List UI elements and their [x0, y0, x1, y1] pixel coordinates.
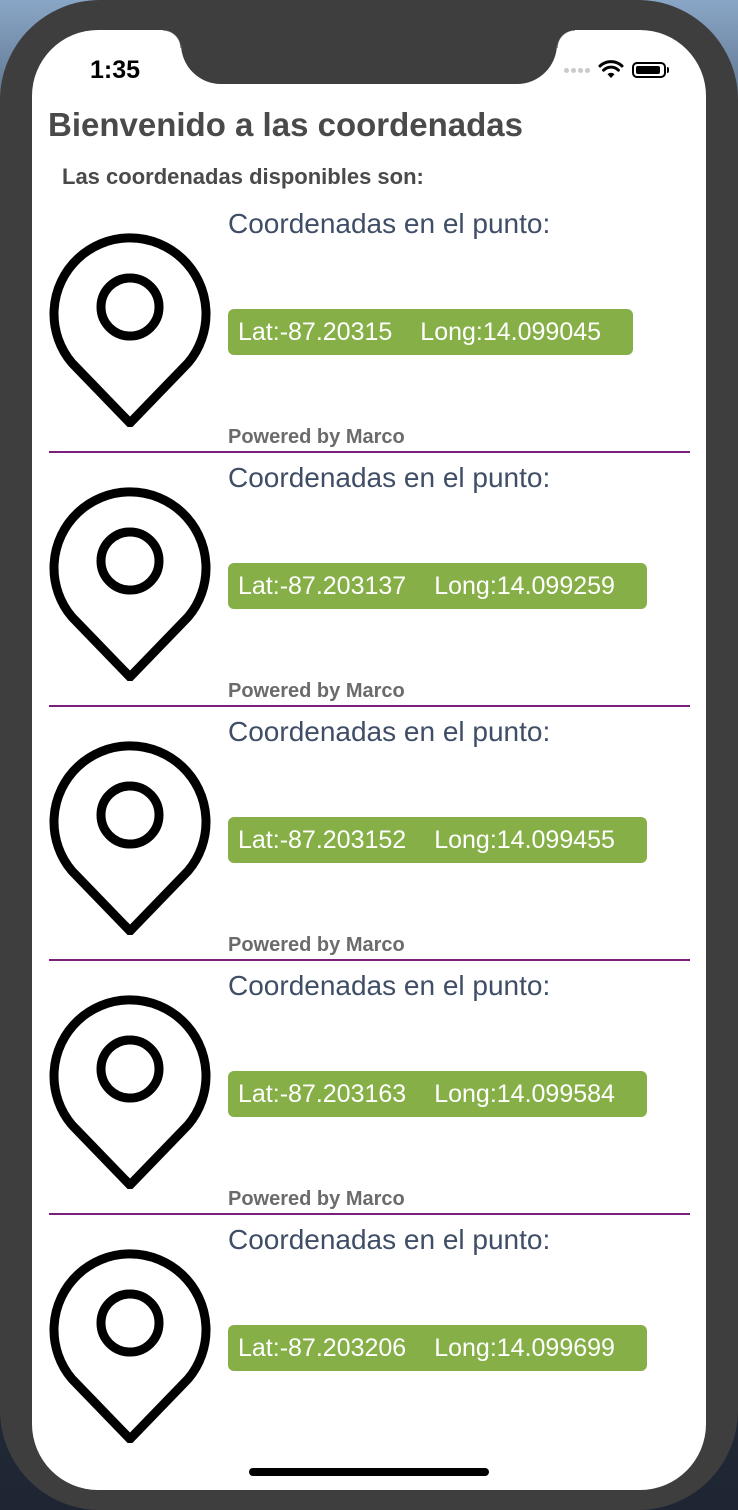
phone-frame: 1:35 Bienvenido a las coordenadas Las co…	[0, 0, 738, 1510]
list-item[interactable]: Coordenadas en el punto: Lat:-87.203206 …	[32, 1224, 706, 1464]
coordinate-badge: Lat:-87.203137 Long:14.099259	[228, 563, 647, 609]
longitude-value: Long:14.099045	[420, 317, 602, 346]
latitude-value: Lat:-87.203137	[238, 571, 407, 600]
item-divider	[49, 705, 690, 707]
map-pin-icon	[49, 741, 211, 935]
coordinate-heading: Coordenadas en el punto:	[228, 462, 551, 493]
longitude-value: Long:14.099584	[434, 1079, 615, 1108]
powered-by-footer: Powered by Marco	[228, 1188, 405, 1210]
longitude-value: Long:14.099259	[434, 571, 615, 600]
list-item[interactable]: Coordenadas en el punto: Lat:-87.203152 …	[32, 716, 706, 970]
cellular-signal-icon	[564, 67, 590, 73]
status-indicators	[564, 60, 669, 80]
list-item[interactable]: Coordenadas en el punto: Lat:-87.203163 …	[32, 970, 706, 1224]
battery-icon	[632, 62, 669, 78]
item-divider	[49, 1213, 690, 1215]
powered-by-footer: Powered by Marco	[228, 426, 405, 448]
list-item[interactable]: Coordenadas en el punto: Lat:-87.203137 …	[32, 462, 706, 716]
map-pin-icon	[49, 1249, 211, 1443]
status-time: 1:35	[90, 56, 141, 84]
app-screen: 1:35 Bienvenido a las coordenadas Las co…	[32, 30, 706, 1490]
home-indicator[interactable]	[249, 1468, 489, 1476]
latitude-value: Lat:-87.203206	[238, 1333, 407, 1362]
list-item[interactable]: Coordenadas en el punto: Lat:-87.20315 L…	[32, 208, 706, 462]
page-subtitle: Las coordenadas disponibles son:	[62, 164, 424, 189]
coordinate-heading: Coordenadas en el punto:	[228, 208, 551, 239]
powered-by-footer: Powered by Marco	[228, 934, 405, 956]
powered-by-footer: Powered by Marco	[228, 680, 405, 702]
coordinate-badge: Lat:-87.203206 Long:14.099699	[228, 1325, 647, 1371]
map-pin-icon	[49, 233, 211, 427]
coordinate-heading: Coordenadas en el punto:	[228, 1224, 551, 1255]
latitude-value: Lat:-87.203152	[238, 825, 407, 854]
wifi-icon	[598, 60, 624, 78]
coordinate-badge: Lat:-87.20315 Long:14.099045	[228, 309, 634, 355]
coordinate-heading: Coordenadas en el punto:	[228, 970, 551, 1001]
map-pin-icon	[49, 995, 211, 1189]
coordinate-badge: Lat:-87.203152 Long:14.099455	[228, 817, 647, 863]
coordinate-heading: Coordenadas en el punto:	[228, 716, 551, 747]
latitude-value: Lat:-87.203163	[238, 1079, 407, 1108]
page-title: Bienvenido a las coordenadas	[48, 106, 523, 143]
longitude-value: Long:14.099455	[434, 825, 615, 854]
coordinate-badge: Lat:-87.203163 Long:14.099584	[228, 1071, 647, 1117]
device-notch	[163, 30, 575, 84]
latitude-value: Lat:-87.20315	[238, 317, 393, 346]
map-pin-icon	[49, 487, 211, 681]
longitude-value: Long:14.099699	[434, 1333, 615, 1362]
item-divider	[49, 451, 690, 453]
item-divider	[49, 959, 690, 961]
